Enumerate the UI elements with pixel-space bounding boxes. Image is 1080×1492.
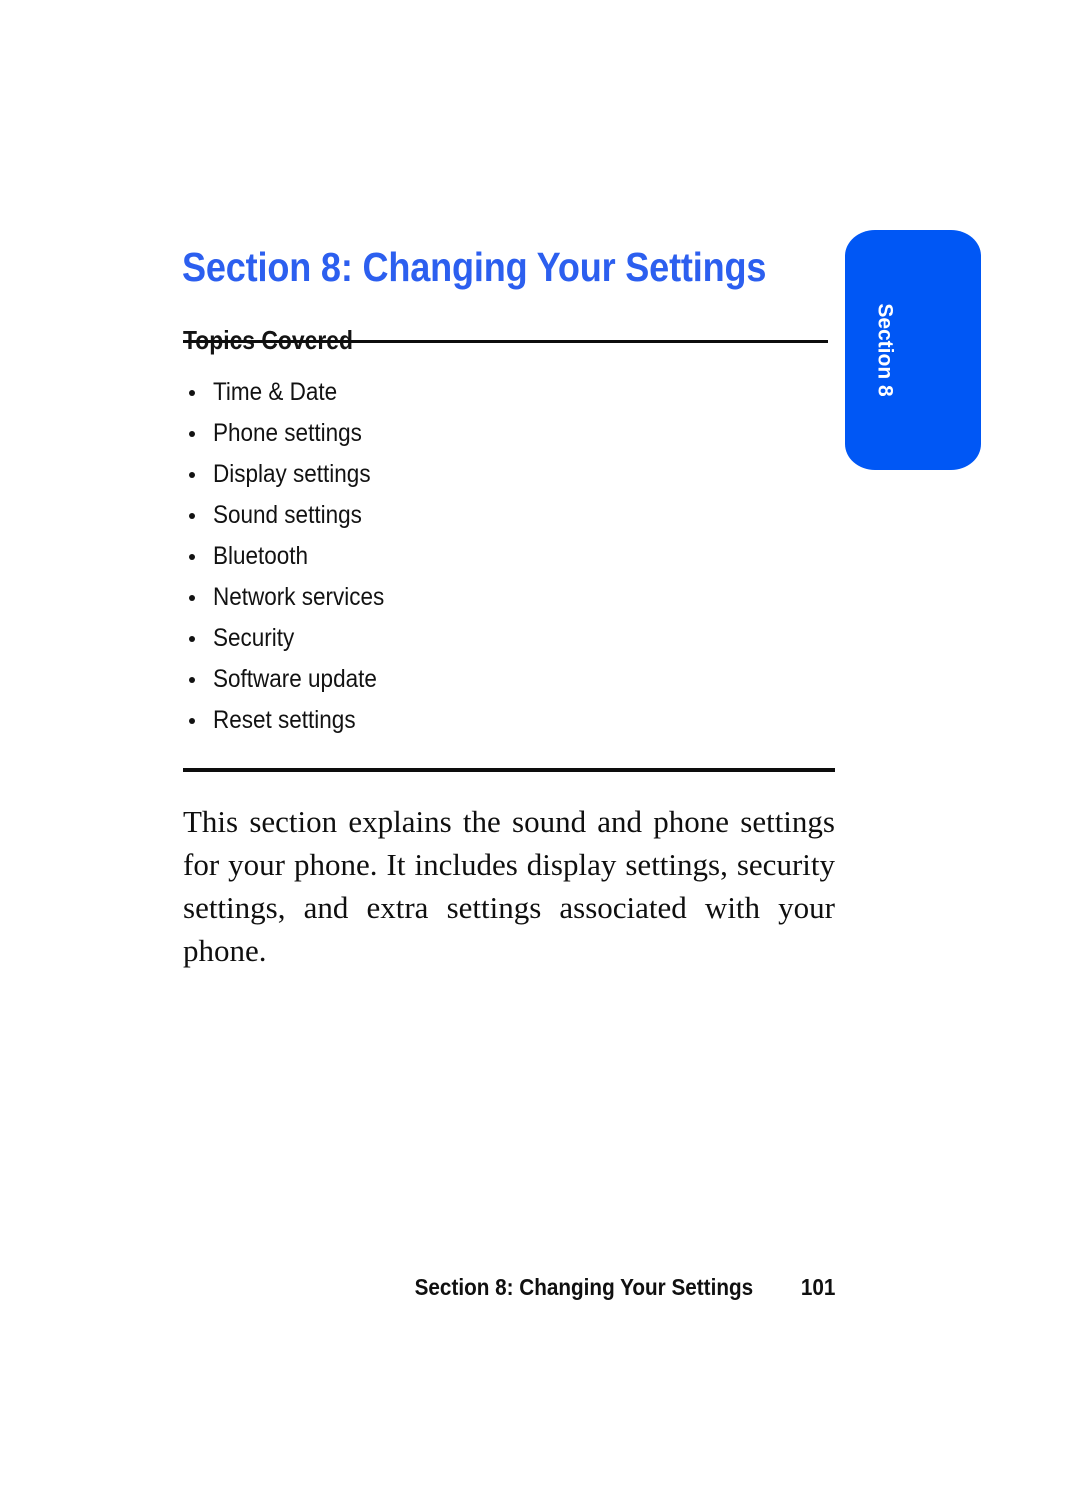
divider-bottom — [183, 768, 835, 772]
footer-section-title: Section 8: Changing Your Settings — [414, 1274, 753, 1300]
bullet-icon — [189, 718, 195, 724]
list-item: Time & Date — [183, 372, 783, 413]
list-item: Phone settings — [183, 413, 783, 454]
bullet-icon — [189, 472, 195, 478]
list-item: Network services — [183, 577, 783, 618]
bullet-icon — [189, 554, 195, 560]
footer-page-number: 101 — [800, 1274, 835, 1300]
list-item: Security — [183, 618, 783, 659]
bullet-icon — [189, 595, 195, 601]
list-item-label: Reset settings — [213, 706, 356, 734]
intro-paragraph: This section explains the sound and phon… — [183, 804, 835, 968]
section-thumb-tab-label: Section 8 — [873, 303, 897, 397]
list-item: Reset settings — [183, 700, 783, 741]
page-footer: Section 8: Changing Your Settings 101 — [183, 1274, 835, 1301]
list-item-label: Security — [213, 624, 295, 652]
topics-list: Time & Date Phone settings Display setti… — [183, 372, 783, 741]
bullet-icon — [189, 513, 195, 519]
section-thumb-tab: Section 8 — [845, 230, 981, 470]
list-item: Sound settings — [183, 495, 783, 536]
list-item-label: Display settings — [213, 460, 371, 488]
bullet-icon — [189, 390, 195, 396]
divider-top — [183, 340, 828, 343]
document-page: Section 8: Changing Your Settings Topics… — [0, 0, 1080, 1492]
bullet-icon — [189, 677, 195, 683]
list-item-label: Network services — [213, 583, 385, 611]
list-item-label: Bluetooth — [213, 542, 309, 570]
list-item: Bluetooth — [183, 536, 783, 577]
list-item-label: Phone settings — [213, 419, 362, 447]
bullet-icon — [189, 636, 195, 642]
bullet-icon — [189, 431, 195, 437]
list-item-label: Sound settings — [213, 501, 362, 529]
page-title: Section 8: Changing Your Settings — [182, 244, 767, 291]
list-item: Display settings — [183, 454, 783, 495]
list-item-label: Time & Date — [213, 378, 338, 406]
list-item: Software update — [183, 659, 783, 700]
list-item-label: Software update — [213, 665, 377, 693]
